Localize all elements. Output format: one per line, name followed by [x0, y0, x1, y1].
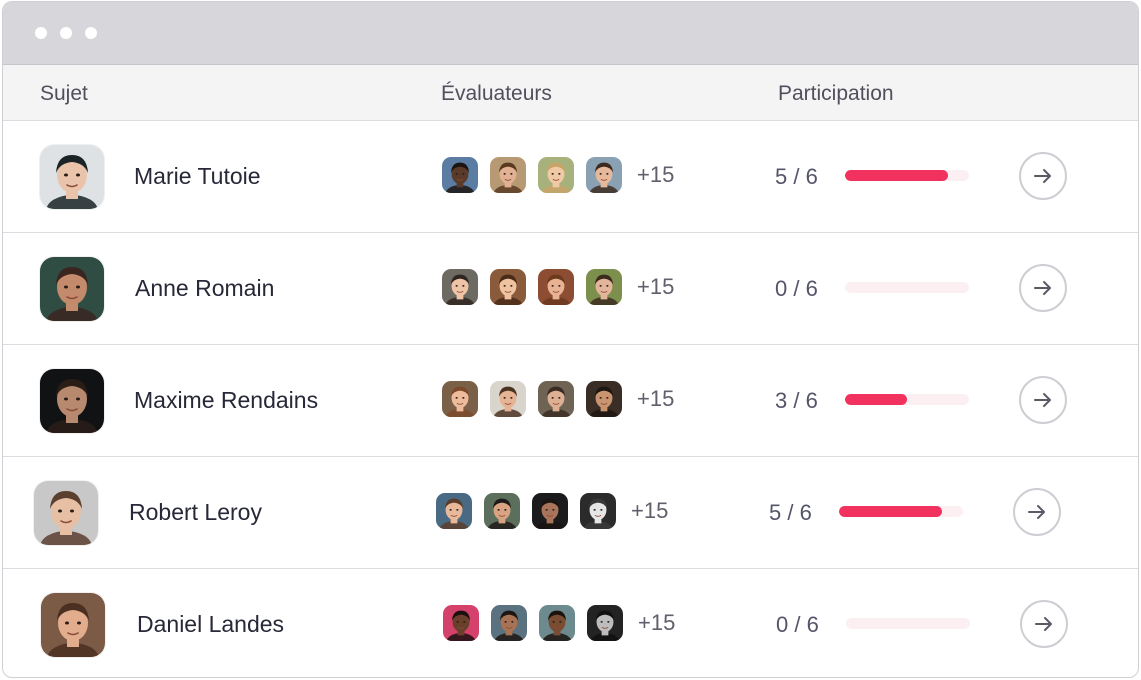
subject-avatar	[34, 481, 98, 545]
raters-more-count: +15	[638, 610, 676, 635]
participation-score: 0 / 6	[775, 276, 818, 301]
table-header: Sujet Évaluateurs Participation	[3, 65, 1138, 121]
participation-score: 5 / 6	[769, 500, 812, 525]
column-header-subject: Sujet	[40, 82, 88, 105]
rater-avatar	[539, 605, 575, 641]
window-control-dot[interactable]	[35, 27, 47, 39]
participation-progress-fill	[845, 394, 907, 405]
rater-avatar	[538, 269, 574, 305]
subject-name: Anne Romain	[135, 275, 275, 301]
table-row[interactable]: Robert Leroy +15 5 / 6	[3, 457, 1138, 569]
raters-group: +15	[442, 381, 674, 417]
participation-score: 3 / 6	[775, 388, 818, 413]
participation-progress-fill	[845, 170, 948, 181]
arrow-right-icon	[1031, 276, 1055, 300]
rater-avatar	[532, 493, 568, 529]
column-header-participation: Participation	[778, 82, 894, 105]
app-window: Sujet Évaluateurs Participation Marie Tu…	[2, 1, 1139, 678]
open-row-button[interactable]	[1019, 376, 1067, 424]
participation-score: 5 / 6	[775, 164, 818, 189]
open-row-button[interactable]	[1019, 152, 1067, 200]
arrow-right-icon	[1032, 612, 1056, 636]
raters-group: +15	[442, 269, 674, 305]
raters-more-count: +15	[631, 498, 669, 523]
raters-more-count: +15	[637, 274, 675, 299]
open-row-button[interactable]	[1019, 264, 1067, 312]
participation-progress-fill	[839, 506, 942, 517]
participation-progress-bar	[845, 170, 969, 181]
rater-avatar	[442, 269, 478, 305]
rater-avatar	[443, 605, 479, 641]
table-row[interactable]: Marie Tutoie +15 5 / 6	[3, 121, 1138, 233]
arrow-right-icon	[1031, 388, 1055, 412]
open-row-button[interactable]	[1020, 600, 1068, 648]
open-row-button[interactable]	[1013, 488, 1061, 536]
subject-name: Marie Tutoie	[134, 163, 261, 189]
table-row[interactable]: Maxime Rendains +15 3 / 6	[3, 345, 1138, 457]
raters-more-count: +15	[637, 386, 675, 411]
rater-avatar	[490, 157, 526, 193]
rater-avatar	[442, 381, 478, 417]
subject-name: Maxime Rendains	[134, 387, 319, 413]
table-row[interactable]: Daniel Landes +15 0 / 6	[3, 569, 1138, 677]
subject-avatar	[40, 145, 104, 209]
subject-name: Robert Leroy	[129, 499, 262, 525]
raters-group: +15	[442, 157, 674, 193]
window-titlebar	[3, 2, 1138, 65]
rater-avatar	[490, 269, 526, 305]
rater-avatar	[538, 157, 574, 193]
participation-progress-bar	[846, 618, 970, 629]
arrow-right-icon	[1031, 164, 1055, 188]
rater-avatar	[490, 381, 526, 417]
rater-avatar	[586, 157, 622, 193]
raters-group: +15	[436, 493, 668, 529]
rater-avatar	[586, 269, 622, 305]
rater-avatar	[484, 493, 520, 529]
participation-score: 0 / 6	[776, 612, 819, 637]
rater-avatar	[586, 381, 622, 417]
table-row[interactable]: Anne Romain +15 0 / 6	[3, 233, 1138, 345]
window-control-dot[interactable]	[85, 27, 97, 39]
window-control-dot[interactable]	[60, 27, 72, 39]
rater-avatar	[587, 605, 623, 641]
participation-progress-bar	[839, 506, 963, 517]
participation-progress-bar	[845, 394, 969, 405]
table-body: Marie Tutoie +15 5 / 6 Anne Romain +15 0…	[3, 121, 1138, 677]
rater-avatar	[436, 493, 472, 529]
rater-avatar	[580, 493, 616, 529]
subject-avatar	[40, 369, 104, 433]
subject-avatar	[40, 257, 104, 321]
raters-more-count: +15	[637, 162, 675, 187]
arrow-right-icon	[1025, 500, 1049, 524]
rater-avatar	[491, 605, 527, 641]
raters-group: +15	[443, 605, 675, 641]
participation-progress-bar	[845, 282, 969, 293]
rater-avatar	[538, 381, 574, 417]
rater-avatar	[442, 157, 478, 193]
column-header-raters: Évaluateurs	[441, 82, 552, 105]
subject-avatar	[41, 593, 105, 657]
subject-name: Daniel Landes	[137, 611, 285, 637]
